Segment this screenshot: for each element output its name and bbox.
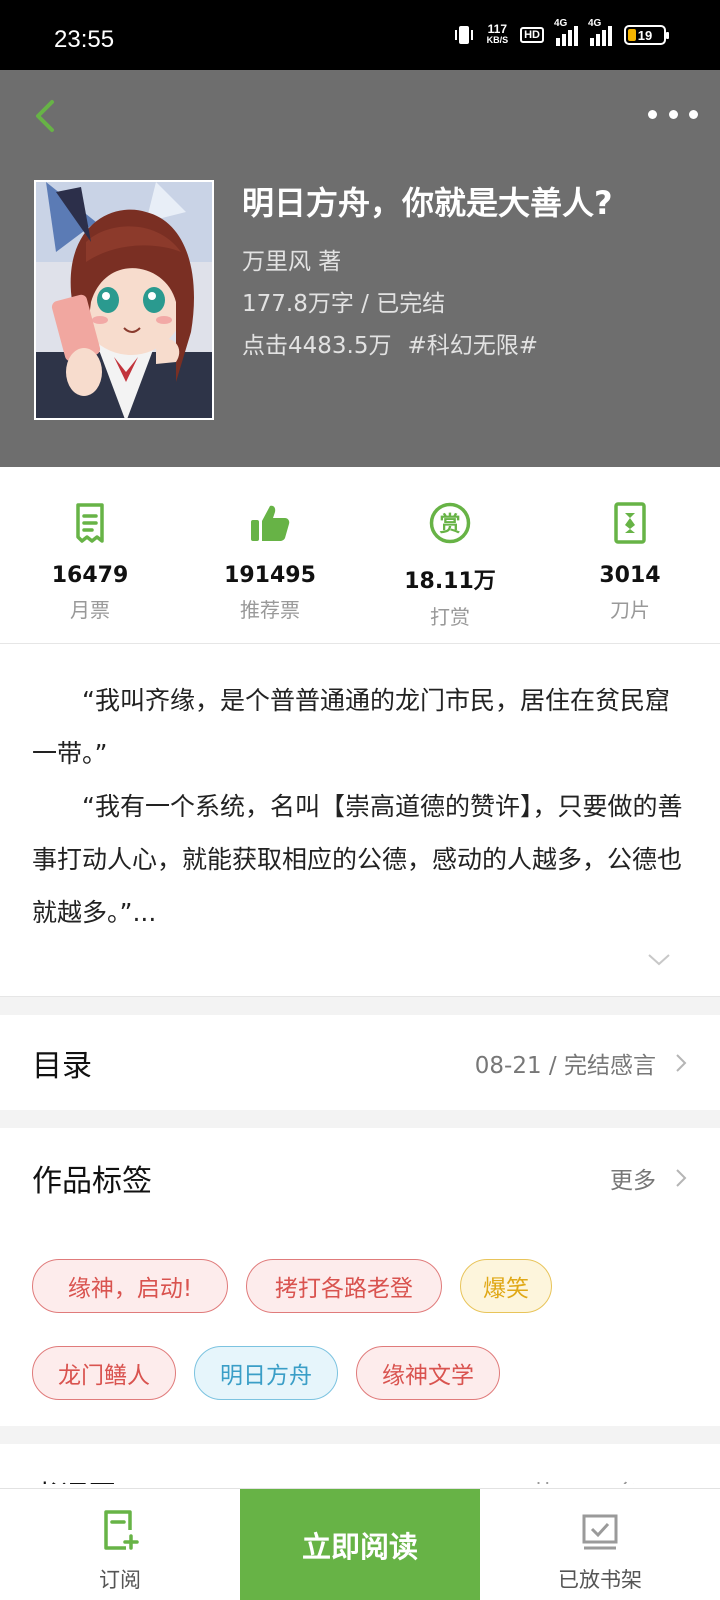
reward-icon: 赏 [429,502,471,544]
stats-row: 16479 月票 191495 推荐票 赏 18.11万 打赏 3014 刀片 [0,467,720,644]
more-dots-icon [648,109,657,119]
stat-monthly-ticket[interactable]: 16479 月票 [0,467,180,643]
vibrate-icon [454,26,473,44]
thumbs-up-icon [251,505,290,541]
battery-icon: 19 [624,25,669,45]
expand-chevron-icon[interactable] [646,950,672,970]
book-category[interactable]: #科幻无限# [407,333,538,359]
more-button[interactable] [648,104,698,124]
catalog-row[interactable]: 目录 08-21 / 完结感言 [0,1015,720,1110]
stat-blade[interactable]: 3014 刀片 [540,467,720,643]
tag-chip[interactable]: 缘神文学 [356,1346,500,1400]
book-header: 明日方舟，你就是大善人? 万里风 著 177.8万字 / 已完结 点击4483.… [0,70,720,467]
description-paragraph: “我叫齐缘，是个普普通通的龙门市民，居住在贫民窟一带。” [32,686,670,768]
svg-text:赏: 赏 [440,512,461,536]
subscribe-button[interactable]: 订阅 [0,1489,240,1600]
stat-reward[interactable]: 赏 18.11万 打赏 [360,467,540,643]
catalog-title: 目录 [32,1048,92,1084]
tag-chip[interactable]: 拷打各路老登 [246,1259,442,1313]
stat-recommend-ticket[interactable]: 191495 推荐票 [180,467,360,643]
tag-chip[interactable]: 明日方舟 [194,1346,338,1400]
blade-icon [614,502,646,544]
book-title: 明日方舟，你就是大善人? [242,184,613,222]
hd-icon: HD [520,27,544,43]
tag-chip[interactable]: 爆笑 [460,1259,552,1313]
tags-header: 作品标签 更多 [0,1128,720,1228]
status-icons: 117 KB/S HD 4G 4G 19 [453,18,669,46]
review-section-peek[interactable]: 书评区 共1145条 [0,1444,720,1484]
book-clicks: 点击4483.5万 #科幻无限# [242,326,554,360]
network-speed: 117 KB/S [486,22,509,45]
click-count: 点击4483.5万 [242,333,392,359]
catalog-latest-chapter: 08-21 / 完结感言 [474,1052,656,1079]
tags-more-button[interactable]: 更多 [610,1161,688,1195]
read-now-button[interactable]: 立即阅读 [240,1489,480,1600]
status-time: 23:55 [54,26,115,53]
description-paragraph: “我有一个系统，名叫【崇高道德的赞许】，只要做的善事打动人心，就能获取相应的公德… [32,792,683,927]
review-section-title: 书评区 [32,1474,116,1484]
signal-icon-2: 4G [588,18,612,46]
tag-chip[interactable]: 缘神，启动! [32,1259,228,1313]
book-description[interactable]: “我叫齐缘，是个普普通通的龙门市民，居住在贫民窟一带。” “我有一个系统，名叫【… [32,674,692,939]
monthly-ticket-icon [76,503,104,543]
back-button[interactable] [28,94,68,138]
bottom-action-bar: 订阅 立即阅读 已放书架 [0,1488,720,1600]
subscribe-icon [104,1510,139,1550]
chevron-right-icon [676,1169,687,1187]
signal-icon-1: 4G [554,18,578,46]
section-divider [0,996,720,1015]
chevron-right-icon [676,1053,687,1072]
tag-chip[interactable]: 龙门鳝人 [32,1346,176,1400]
book-cover[interactable] [34,180,214,420]
cover-illustration [36,182,212,418]
bookshelf-button[interactable]: 已放书架 [480,1489,720,1600]
section-divider [0,1426,720,1444]
book-author[interactable]: 万里风 著 [242,242,341,276]
review-count: 共1145条 [531,1474,640,1484]
status-bar: 23:55 117 KB/S HD 4G 4G 19 [0,0,720,70]
book-word-count: 177.8万字 / 已完结 [242,291,446,317]
bookshelf-check-icon [582,1514,618,1550]
tags-title: 作品标签 [32,1164,152,1199]
section-divider [0,1110,720,1128]
chevron-left-icon [36,100,54,132]
